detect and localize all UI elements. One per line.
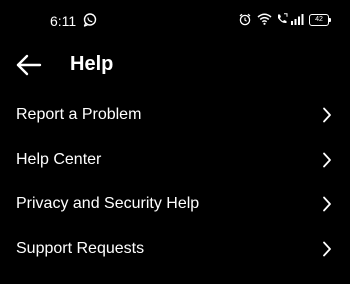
chevron-right-icon	[323, 107, 331, 123]
alarm-icon	[239, 13, 251, 26]
header: Help	[0, 42, 350, 88]
chevron-right-icon	[323, 196, 331, 212]
menu-item-privacy-and-security-help[interactable]: Privacy and Security Help	[0, 181, 350, 226]
chevron-right-icon	[323, 241, 331, 256]
battery-icon: 42	[309, 14, 331, 26]
chat-bubble-icon	[83, 13, 97, 27]
menu-item-label: Report a Problem	[16, 106, 142, 123]
chevron-right-icon	[323, 152, 331, 167]
battery-level: 42	[315, 16, 323, 23]
help-menu: Report a Problem Help Center Privacy and…	[0, 92, 350, 270]
wifi-icon	[257, 13, 272, 25]
menu-item-report-a-problem[interactable]: Report a Problem	[0, 92, 350, 137]
back-button[interactable]	[8, 50, 46, 80]
status-time: 6:11	[50, 13, 77, 29]
menu-item-label: Privacy and Security Help	[16, 195, 200, 212]
menu-item-label: Help Center	[16, 150, 102, 168]
page-title: Help	[70, 53, 114, 75]
status-bar: 6:11 42	[0, 0, 350, 42]
arrow-left-icon	[16, 54, 42, 76]
menu-item-help-center[interactable]: Help Center	[0, 137, 350, 182]
cell-signal-icon	[291, 14, 304, 25]
menu-item-support-requests[interactable]: Support Requests	[0, 226, 350, 271]
volte-call-icon	[278, 13, 288, 24]
menu-item-label: Support Requests	[16, 239, 145, 257]
